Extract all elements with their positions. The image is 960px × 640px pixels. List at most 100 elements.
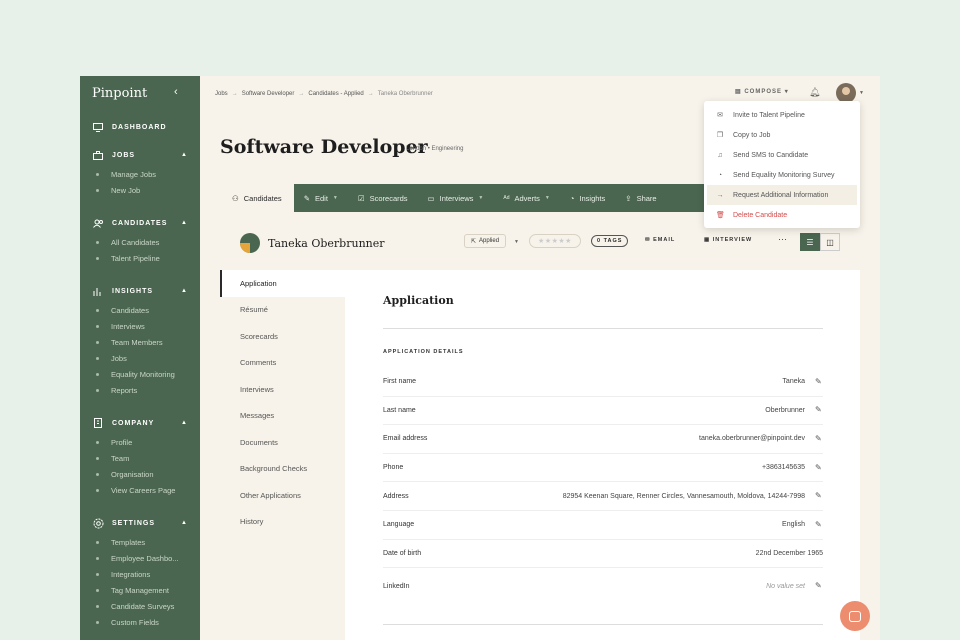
- star-rating[interactable]: ★★★★★: [529, 234, 581, 248]
- tab-interviews[interactable]: ▭ Interviews ▼: [418, 184, 494, 212]
- view-toggle: ☰ ◫: [800, 233, 840, 251]
- subnav-item-other-applications[interactable]: Other Applications: [220, 482, 345, 509]
- detail-row-linkedin: LinkedIn No value set ✎: [383, 568, 823, 604]
- sidebar-item-reports[interactable]: Reports: [80, 382, 200, 398]
- sidebar-item-insights-jobs[interactable]: Jobs: [80, 350, 200, 366]
- avatar[interactable]: [836, 83, 856, 103]
- sidebar-item-profile[interactable]: Profile: [80, 434, 200, 450]
- breadcrumb-jobs[interactable]: Jobs: [215, 91, 228, 97]
- collapse-sidebar-icon[interactable]: ‹: [174, 86, 178, 98]
- sidebar-item-candidate-surveys[interactable]: Candidate Surveys: [80, 598, 200, 614]
- menu-item-equality-survey[interactable]: ◔ Send Equality Monitoring Survey: [704, 165, 860, 185]
- sidebar-item-insights-interviews[interactable]: Interviews: [80, 318, 200, 334]
- sidebar-item-all-candidates[interactable]: All Candidates: [80, 234, 200, 250]
- sidebar-item-employee-dashboard[interactable]: Employee Dashbo...: [80, 550, 200, 566]
- tags-button[interactable]: 0 TAGS: [591, 235, 629, 247]
- nav-company-header[interactable]: COMPANY ▲: [80, 414, 200, 432]
- edit-icon[interactable]: ✎: [815, 463, 823, 472]
- nav-jobs-header[interactable]: JOBS ▲: [80, 146, 200, 164]
- sidebar-item-careers-page[interactable]: View Careers Page: [80, 482, 200, 498]
- detail-value: 22nd December 1965: [755, 549, 823, 557]
- sidebar-item-team-members[interactable]: Team Members: [80, 334, 200, 350]
- edit-icon[interactable]: ✎: [815, 582, 823, 590]
- chevron-down-icon[interactable]: ▼: [514, 239, 519, 245]
- sidebar-item-equality-monitoring[interactable]: Equality Monitoring: [80, 366, 200, 382]
- sidebar-item-talent-pipeline[interactable]: Talent Pipeline: [80, 250, 200, 266]
- brand-logo[interactable]: Pinpoint: [92, 86, 147, 101]
- sidebar-item-label: Team Members: [111, 337, 163, 347]
- sidebar-item-label: Employee Dashbo...: [111, 553, 179, 563]
- detail-label: Language: [383, 521, 415, 529]
- list-view-icon[interactable]: ☰: [800, 233, 820, 251]
- chat-launcher-button[interactable]: [840, 601, 870, 631]
- nav-settings-header[interactable]: SETTINGS ▲: [80, 514, 200, 532]
- menu-item-delete-candidate[interactable]: 🗑︎ Delete Candidate: [704, 205, 860, 225]
- nav-company: COMPANY ▲ Profile Team Organisation View…: [80, 414, 200, 498]
- nav-dashboard-label: DASHBOARD: [112, 123, 167, 131]
- subnav-item-documents[interactable]: Documents: [220, 429, 345, 456]
- subnav-item-resume[interactable]: Résumé: [220, 297, 345, 324]
- menu-item-send-sms[interactable]: ♫ Send SMS to Candidate: [704, 145, 860, 165]
- more-options-icon[interactable]: ···: [778, 234, 787, 244]
- nav-insights: INSIGHTS ▲ Candidates Interviews Team Me…: [80, 282, 200, 398]
- tab-candidates[interactable]: ⚇ Candidates: [220, 184, 294, 212]
- tab-insights[interactable]: ◔ Insights: [560, 184, 615, 212]
- sidebar-item-organisation[interactable]: Organisation: [80, 466, 200, 482]
- tab-scorecards[interactable]: ☑ Scorecards: [348, 184, 418, 212]
- chevron-up-icon: ▲: [181, 420, 188, 426]
- building-icon: [92, 417, 104, 429]
- breadcrumb-job[interactable]: Software Developer: [242, 91, 295, 97]
- breadcrumb-stage[interactable]: Candidates - Applied: [308, 91, 363, 97]
- chevron-up-icon: ▲: [181, 288, 188, 294]
- subnav-item-comments[interactable]: Comments: [220, 350, 345, 377]
- tab-label: Insights: [579, 193, 606, 203]
- page-title: Software Developer: [220, 136, 428, 158]
- chat-icon: [849, 610, 861, 622]
- sidebar-item-manage-jobs[interactable]: Manage Jobs: [80, 166, 200, 182]
- edit-icon[interactable]: ✎: [815, 492, 823, 500]
- detail-row-address: Address 82954 Keenan Square, Renner Circl…: [383, 482, 823, 511]
- notification-bell-icon[interactable]: 🔔︎: [809, 87, 820, 98]
- subnav-item-interviews[interactable]: Interviews: [220, 376, 345, 403]
- menu-item-copy-to-job[interactable]: ❐ Copy to Job: [704, 125, 860, 145]
- subnav-item-history[interactable]: History: [220, 509, 345, 536]
- email-button[interactable]: ✉ EMAIL: [645, 237, 675, 243]
- sidebar-item-templates[interactable]: Templates: [80, 534, 200, 550]
- sidebar-item-insights-candidates[interactable]: Candidates: [80, 302, 200, 318]
- sidebar-item-custom-fields[interactable]: Custom Fields: [80, 614, 200, 630]
- nav-insights-header[interactable]: INSIGHTS ▲: [80, 282, 200, 300]
- tab-adverts[interactable]: Ad Adverts ▼: [493, 184, 560, 212]
- tab-edit[interactable]: ✎ Edit ▼: [294, 184, 348, 212]
- sidebar-item-label: Candidates: [111, 305, 149, 315]
- subnav-item-scorecards[interactable]: Scorecards: [220, 323, 345, 350]
- tab-share[interactable]: ⇪ Share: [615, 184, 666, 212]
- sidebar-item-label: All Candidates: [111, 237, 160, 247]
- sidebar-item-tag-management[interactable]: Tag Management: [80, 582, 200, 598]
- chevron-down-icon[interactable]: ▼: [859, 90, 864, 96]
- stage-button[interactable]: ⇱ Applied: [464, 234, 507, 248]
- sidebar-item-label: Reports: [111, 385, 138, 395]
- edit-icon[interactable]: ✎: [815, 520, 823, 529]
- sidebar-item-new-job[interactable]: New Job: [80, 182, 200, 198]
- sidebar-item-label: Talent Pipeline: [111, 253, 160, 263]
- nav-insights-label: INSIGHTS: [112, 287, 154, 295]
- subnav-item-application[interactable]: Application: [220, 270, 345, 297]
- menu-item-request-info[interactable]: → Request Additional Information: [707, 185, 857, 205]
- chevron-down-icon: ▾: [784, 89, 789, 95]
- split-view-icon[interactable]: ◫: [820, 233, 840, 251]
- subnav-item-messages[interactable]: Messages: [220, 403, 345, 430]
- nav-candidates-header[interactable]: CANDIDATES ▲: [80, 214, 200, 232]
- users-icon: ⚇: [232, 193, 239, 203]
- sidebar-item-integrations[interactable]: Integrations: [80, 566, 200, 582]
- sidebar-item-team[interactable]: Team: [80, 450, 200, 466]
- compose-button[interactable]: ▤ COMPOSE ▾: [735, 88, 789, 95]
- edit-icon[interactable]: ✎: [815, 377, 823, 386]
- edit-icon[interactable]: ✎: [815, 406, 823, 414]
- nav-dashboard[interactable]: DASHBOARD: [80, 118, 200, 136]
- subnav-item-background-checks[interactable]: Background Checks: [220, 456, 345, 483]
- menu-item-invite-talent-pipeline[interactable]: ✉ Invite to Talent Pipeline: [704, 105, 860, 125]
- pie-icon: ◔: [717, 171, 723, 179]
- interview-button[interactable]: ▦ INTERVIEW: [704, 237, 752, 243]
- mail-icon: ✉: [645, 237, 654, 243]
- edit-icon[interactable]: ✎: [815, 434, 823, 443]
